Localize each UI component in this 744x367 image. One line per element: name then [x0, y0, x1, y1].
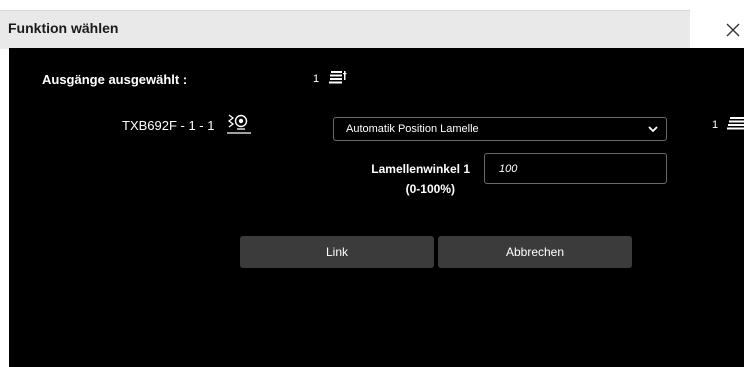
dialog-body [9, 48, 744, 367]
function-select-value: Automatik Position Lamelle [346, 123, 479, 135]
cancel-button[interactable]: Abbrechen [438, 236, 632, 268]
device-output-count: 1 [712, 119, 719, 131]
parameter-value-input[interactable] [484, 153, 667, 184]
blind-icon [329, 71, 347, 84]
function-select[interactable]: Automatik Position Lamelle [333, 117, 667, 141]
dialog-title: Funktion wählen [8, 20, 119, 36]
parameter-range: (0-100%) [405, 182, 455, 196]
chevron-down-icon[interactable] [648, 125, 658, 133]
link-button[interactable]: Link [240, 236, 434, 268]
parameter-label: Lamellenwinkel 1 (0-100%) [320, 159, 470, 199]
blind-icon [727, 117, 744, 130]
outputs-selected-label: Ausgänge ausgewählt : [42, 72, 188, 87]
close-button[interactable] [722, 14, 744, 44]
device-label: TXB692F - 1 - 1 [122, 118, 215, 133]
outputs-count: 1 [313, 73, 320, 85]
sensor-icon [227, 114, 251, 134]
close-icon[interactable] [725, 22, 741, 38]
parameter-name: Lamellenwinkel 1 [371, 162, 470, 176]
